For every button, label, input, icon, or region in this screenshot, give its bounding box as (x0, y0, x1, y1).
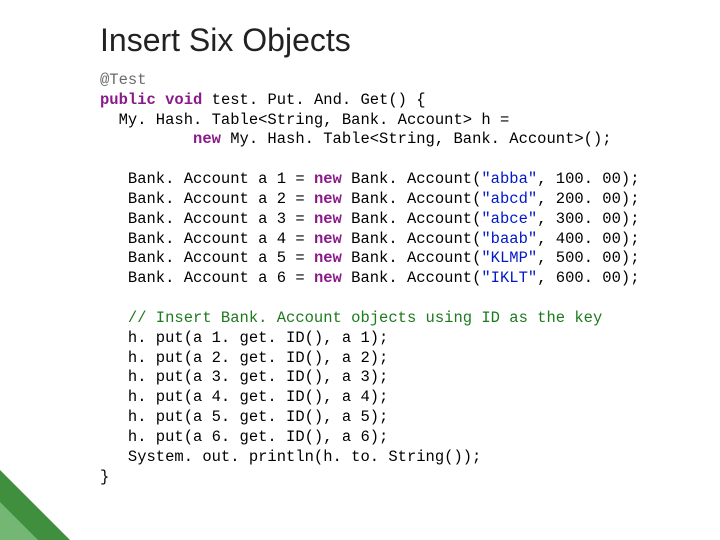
code-annotation: @Test (100, 71, 147, 89)
table-row: Bank. Account a 1 = (100, 170, 314, 188)
row-tail: , 600. 00); (537, 269, 639, 287)
string-literal: "IKLT" (481, 269, 537, 287)
table-row: Bank. Account a 2 = (100, 190, 314, 208)
hashdecl-line2-rest: My. Hash. Table<String, Bank. Account>()… (221, 130, 612, 148)
string-literal: "abce" (481, 210, 537, 228)
row-mid: Bank. Account( (342, 210, 482, 228)
close-brace: } (100, 468, 109, 486)
keyword-new: new (314, 269, 342, 287)
code-block: @Test public void test. Put. And. Get() … (100, 71, 680, 487)
table-row: Bank. Account a 4 = (100, 230, 314, 248)
row-mid: Bank. Account( (342, 249, 482, 267)
table-row: Bank. Account a 3 = (100, 210, 314, 228)
keyword-void: void (165, 91, 202, 109)
code-comment: // Insert Bank. Account objects using ID… (100, 309, 602, 327)
string-literal: "KLMP" (481, 249, 537, 267)
keyword-new: new (314, 210, 342, 228)
corner-accent-light (0, 502, 38, 540)
row-tail: , 200. 00); (537, 190, 639, 208)
table-row: Bank. Account a 6 = (100, 269, 314, 287)
row-mid: Bank. Account( (342, 269, 482, 287)
method-decl-rest: test. Put. And. Get() { (202, 91, 425, 109)
put-line: h. put(a 6. get. ID(), a 6); (100, 428, 388, 446)
row-mid: Bank. Account( (342, 170, 482, 188)
row-mid: Bank. Account( (342, 190, 482, 208)
put-line: h. put(a 5. get. ID(), a 5); (100, 408, 388, 426)
string-literal: "abcd" (481, 190, 537, 208)
keyword-public: public (100, 91, 156, 109)
keyword-new: new (314, 230, 342, 248)
hashdecl-line1: My. Hash. Table<String, Bank. Account> h… (100, 111, 509, 129)
row-tail: , 500. 00); (537, 249, 639, 267)
keyword-new: new (314, 249, 342, 267)
slide-title: Insert Six Objects (100, 22, 680, 59)
keyword-new: new (314, 170, 342, 188)
row-tail: , 400. 00); (537, 230, 639, 248)
row-tail: , 300. 00); (537, 210, 639, 228)
put-line: h. put(a 4. get. ID(), a 4); (100, 388, 388, 406)
keyword-new: new (314, 190, 342, 208)
table-row: Bank. Account a 5 = (100, 249, 314, 267)
put-line: h. put(a 1. get. ID(), a 1); (100, 329, 388, 347)
println-line: System. out. println(h. to. String()); (100, 448, 481, 466)
put-line: h. put(a 3. get. ID(), a 3); (100, 368, 388, 386)
hashdecl-line2-pre (100, 130, 193, 148)
string-literal: "baab" (481, 230, 537, 248)
keyword-new: new (193, 130, 221, 148)
string-literal: "abba" (481, 170, 537, 188)
slide: Insert Six Objects @Test public void tes… (0, 0, 720, 540)
row-mid: Bank. Account( (342, 230, 482, 248)
put-line: h. put(a 2. get. ID(), a 2); (100, 349, 388, 367)
row-tail: , 100. 00); (537, 170, 639, 188)
